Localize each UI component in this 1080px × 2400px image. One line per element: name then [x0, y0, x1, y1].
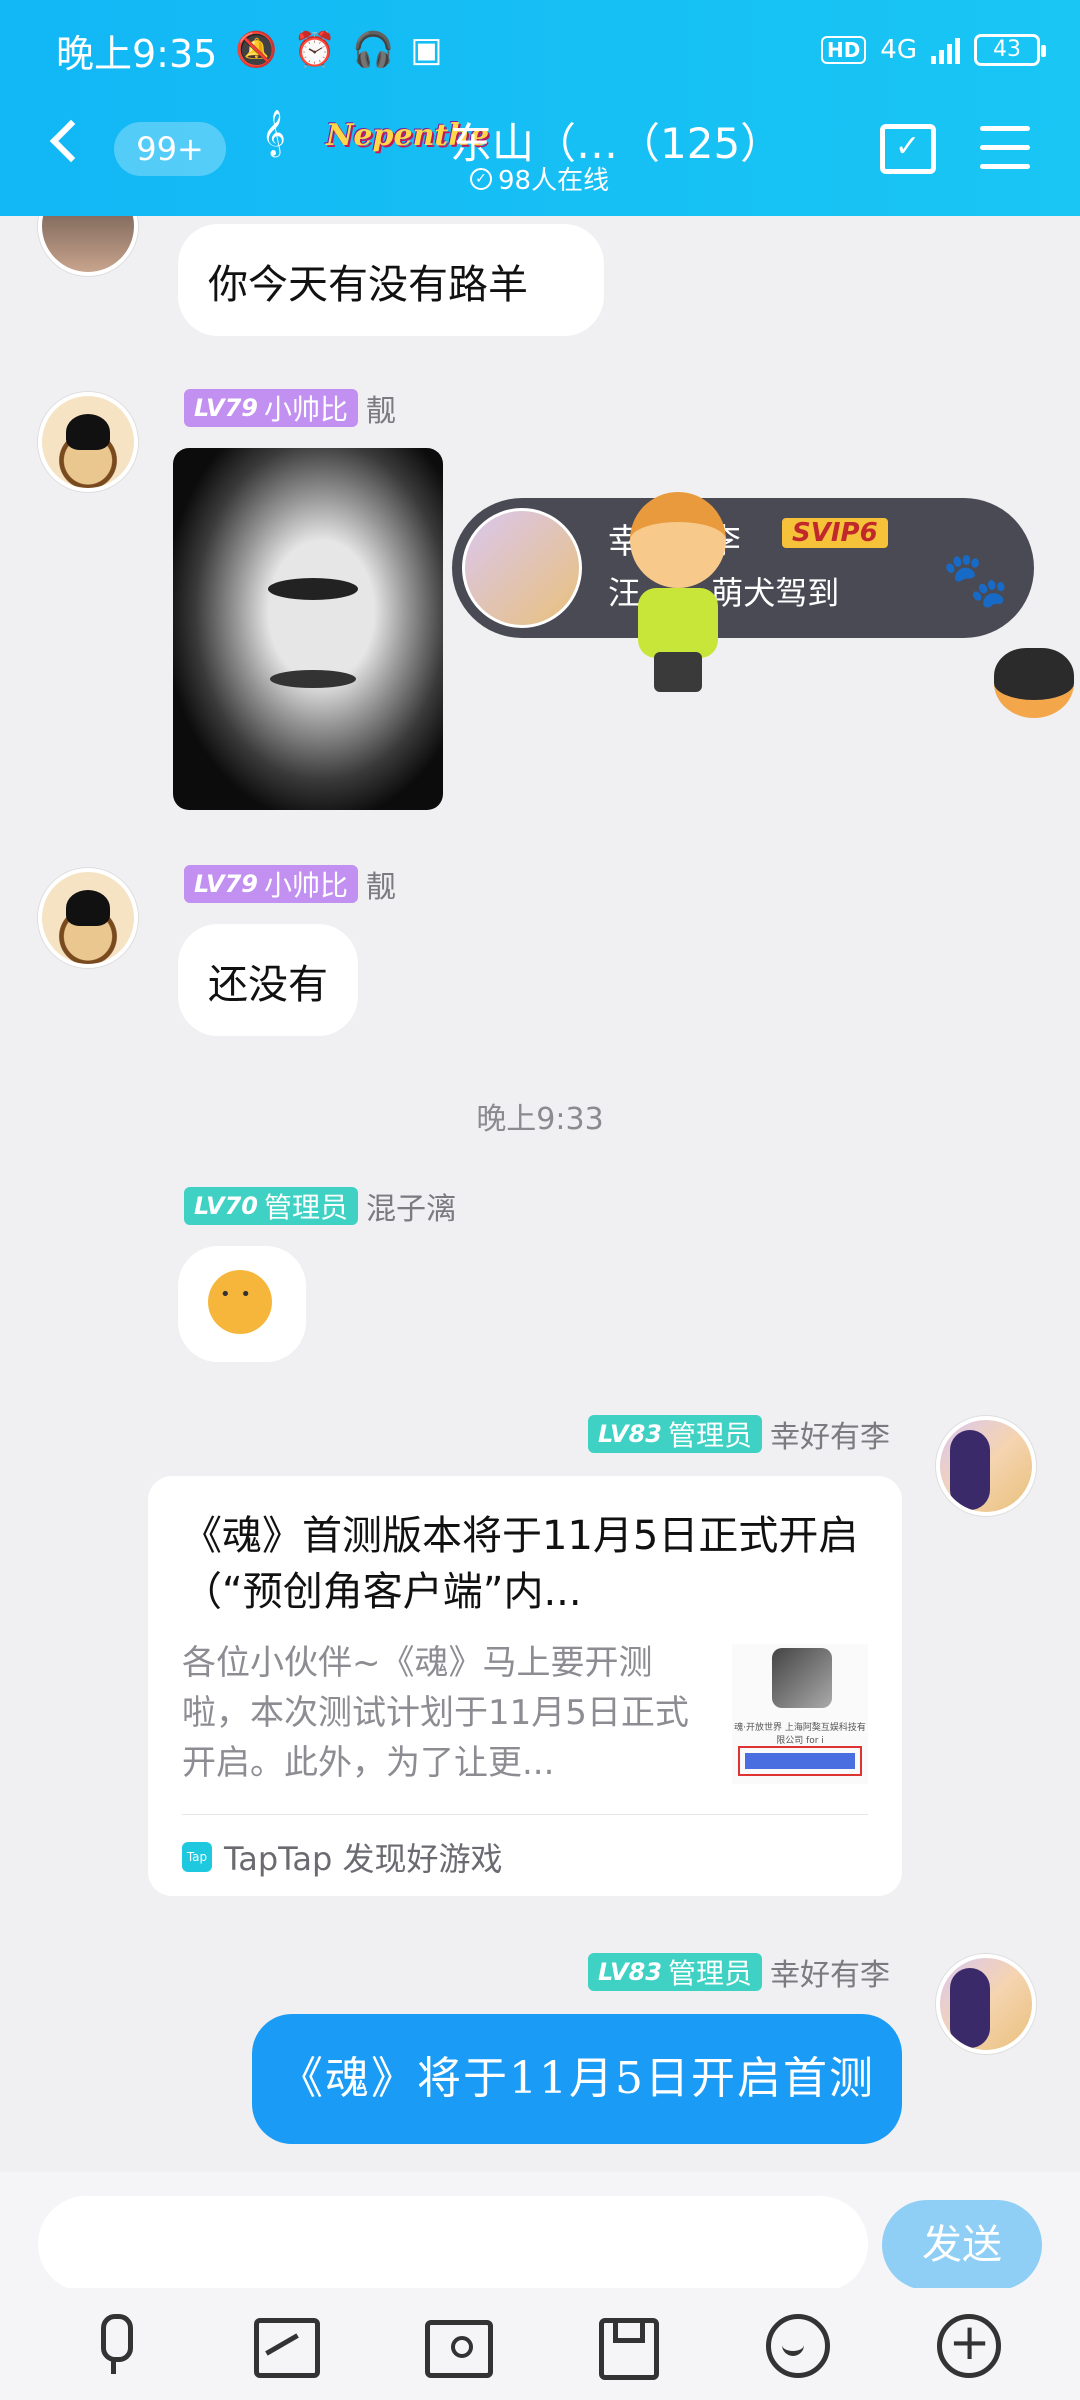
character-sticker — [620, 492, 740, 692]
online-status: ✓ 98人在线 — [470, 160, 609, 197]
signal-icon — [931, 36, 960, 64]
status-right: HD 4G 43 — [820, 34, 1046, 66]
source-label: TapTap 发现好游戏 — [224, 1840, 503, 1878]
divider — [182, 1814, 868, 1815]
image-icon[interactable] — [252, 2312, 320, 2378]
message-input[interactable] — [38, 2196, 868, 2292]
hd-badge: HD — [820, 36, 867, 64]
sender-line: LV83 管理员 幸好有李 — [588, 1412, 890, 1456]
thumbnail-button — [738, 1746, 862, 1776]
game-logo-icon — [772, 1648, 832, 1708]
meme-image[interactable] — [173, 448, 443, 810]
back-icon[interactable] — [49, 119, 93, 163]
mute-icon: 🔕 — [235, 30, 278, 70]
status-time: 晚上9:35 — [56, 31, 218, 76]
card-source: Tap TapTap 发现好游戏 — [182, 1834, 503, 1880]
input-bar: 发送 — [0, 2172, 1080, 2292]
app-icon: ▣ — [410, 30, 443, 70]
timestamp: 晚上9:33 — [476, 1102, 604, 1137]
sender-name[interactable]: 幸好有李 — [770, 1412, 890, 1456]
card-thumbnail: 魂·开放世界 上海阿獒互娱科技有限公司 for i — [732, 1644, 868, 1784]
toolbar — [0, 2288, 1080, 2400]
thumbnail-text: 魂·开放世界 上海阿獒互娱科技有限公司 for i — [734, 1723, 866, 1746]
message-text: 还没有 — [208, 962, 328, 1008]
plus-icon[interactable] — [935, 2312, 1001, 2378]
level-badge: LV83 管理员 — [588, 1953, 762, 1991]
sender-name[interactable]: 混子漓 — [366, 1184, 456, 1228]
sender-line: LV70 管理员 混子漓 — [184, 1184, 456, 1228]
battery-icon: 43 — [974, 34, 1046, 66]
status-icons: 🔕 ⏰ 🎧 ▣ — [235, 30, 442, 70]
headset-icon: 🎧 — [352, 30, 395, 70]
nav-bar: 99+ 𝄞 Nepenthe 东山（…（125） ✓ 98人在线 — [0, 110, 1080, 196]
sender-name[interactable]: 靓 — [366, 862, 396, 906]
emoji-bubble[interactable] — [178, 1246, 306, 1362]
chat-area[interactable]: 你今天有没有路羊 LV79 小帅比 靓 LV79 小帅比 靓 还没有 晚上9:33 … — [0, 216, 1080, 2172]
avatar — [462, 508, 582, 628]
level-badge: LV83 管理员 — [588, 1415, 762, 1453]
message-bubble-self[interactable]: 《魂》将于11月5日开启首测 — [252, 2014, 902, 2144]
unread-badge[interactable]: 99+ — [114, 122, 226, 176]
message-bubble[interactable]: 你今天有没有路羊 — [178, 224, 604, 336]
network-label: 4G — [880, 35, 917, 65]
menu-icon[interactable] — [980, 126, 1030, 183]
avatar[interactable] — [936, 1954, 1036, 2054]
card-description: 各位小伙伴~《魂》马上要开测啦，本次测试计划于11月5日正式开启。此外，为了让更… — [182, 1643, 689, 1783]
paw-icon: 🐾 — [942, 548, 1010, 611]
emoji-icon[interactable] — [764, 2312, 830, 2378]
dog-sticker-icon — [994, 648, 1074, 718]
header: 晚上9:35 🔕 ⏰ 🎧 ▣ HD 4G 43 99+ 𝄞 Nepenthe 东… — [0, 0, 1080, 216]
level-badge: LV79 小帅比 — [184, 865, 358, 903]
dog-emoji-icon — [208, 1270, 272, 1334]
entrance-banner[interactable]: 幸 李 SVIP6 汪 萌犬驾到 🐾 — [452, 498, 1034, 638]
online-count: 98人在线 — [498, 166, 610, 196]
card-title: 《魂》首测版本将于11月5日正式开启（“预创角客户端”内... — [182, 1513, 859, 1615]
sender-name[interactable]: 幸好有李 — [770, 1950, 890, 1994]
message-text: 《魂》将于11月5日开启首测 — [279, 2053, 875, 2104]
avatar[interactable] — [38, 392, 138, 492]
mic-icon[interactable] — [81, 2312, 145, 2376]
sender-line: LV79 小帅比 靓 — [184, 386, 396, 430]
taptap-icon: Tap — [182, 1842, 212, 1872]
message-bubble[interactable]: 还没有 — [178, 924, 358, 1036]
avatar[interactable] — [38, 216, 138, 276]
camera-icon[interactable] — [423, 2312, 493, 2378]
sender-name[interactable]: 靓 — [366, 386, 396, 430]
send-button[interactable]: 发送 — [882, 2200, 1042, 2290]
avatar[interactable] — [38, 868, 138, 968]
avatar[interactable] — [936, 1416, 1036, 1516]
file-icon[interactable] — [593, 2312, 660, 2380]
link-card[interactable]: 《魂》首测版本将于11月5日正式开启（“预创角客户端”内... 各位小伙伴~《魂… — [148, 1476, 902, 1896]
alarm-icon: ⏰ — [293, 30, 337, 70]
online-icon: ✓ — [470, 167, 492, 190]
calendar-check-icon[interactable] — [880, 124, 936, 174]
sender-line: LV83 管理员 幸好有李 — [588, 1950, 890, 1994]
svip-badge: SVIP6 — [782, 518, 888, 548]
ear-icon[interactable]: 𝄞 — [262, 110, 286, 156]
status-bar: 晚上9:35 🔕 ⏰ 🎧 ▣ HD 4G 43 — [56, 22, 1046, 78]
level-badge: LV79 小帅比 — [184, 389, 358, 427]
sender-line: LV79 小帅比 靓 — [184, 862, 396, 906]
level-badge: LV70 管理员 — [184, 1187, 358, 1225]
message-text: 你今天有没有路羊 — [208, 262, 528, 308]
